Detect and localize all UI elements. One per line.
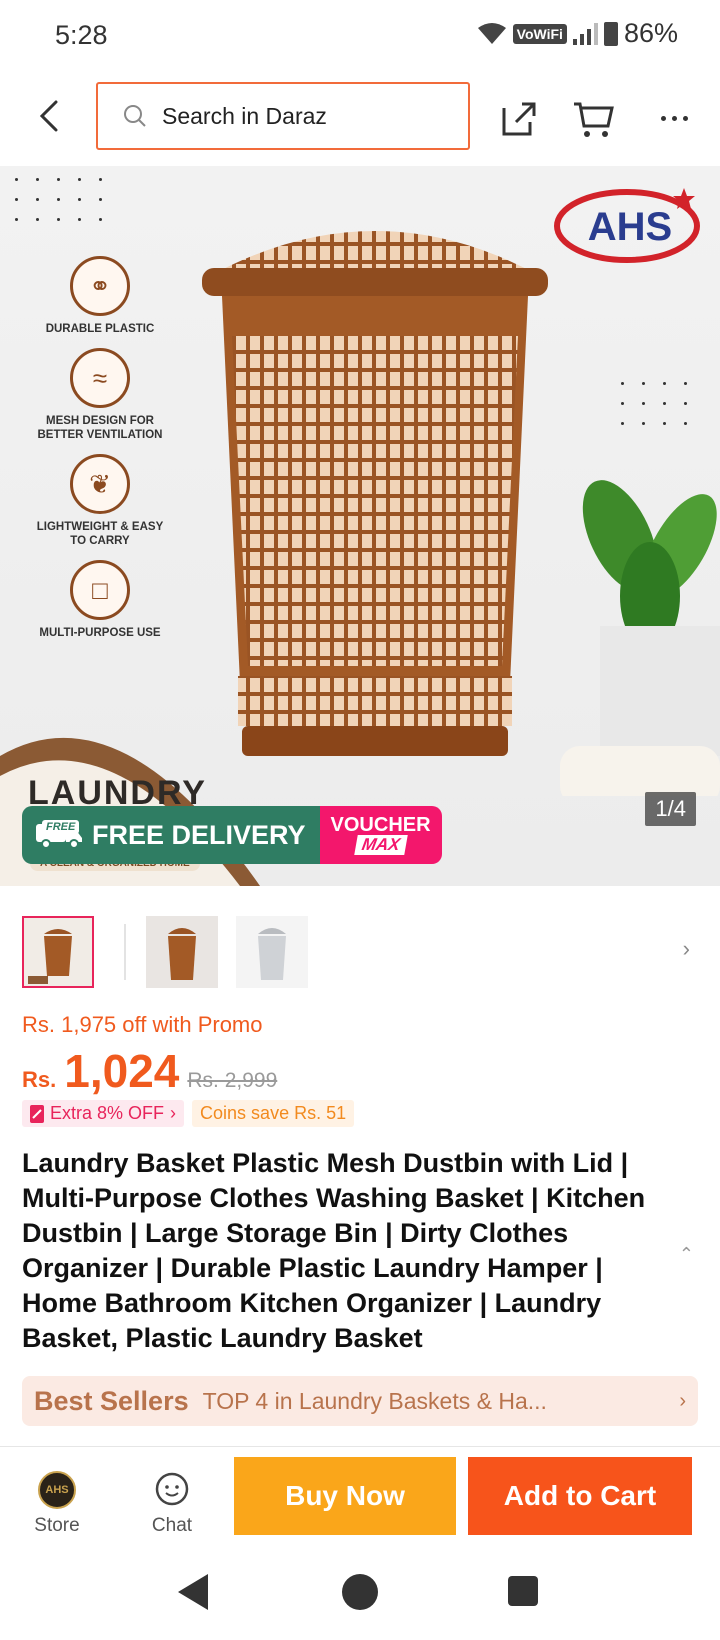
feature-item: ⚭ DURABLE PLASTIC bbox=[30, 256, 170, 336]
feature-item: ≈ MESH DESIGN FOR BETTER VENTILATION bbox=[30, 348, 170, 442]
image-counter: 1/4 bbox=[645, 792, 696, 826]
system-back-icon[interactable] bbox=[178, 1574, 208, 1610]
best-sellers-banner[interactable]: Best Sellers TOP 4 in Laundry Baskets & … bbox=[22, 1376, 698, 1426]
cart-icon[interactable] bbox=[572, 96, 616, 140]
store-button[interactable]: AHS Store bbox=[22, 1471, 92, 1537]
thumbnail-strip: › bbox=[0, 898, 720, 994]
bin-icon: □ bbox=[70, 560, 130, 620]
search-icon bbox=[124, 105, 146, 127]
free-tag: FREE bbox=[42, 820, 80, 834]
original-price: Rs. 2,999 bbox=[187, 1069, 278, 1092]
bottom-action-bar: AHS Store Chat Buy Now Add to Cart bbox=[0, 1446, 720, 1552]
system-recents-icon[interactable] bbox=[508, 1576, 538, 1606]
wifi-icon bbox=[477, 22, 506, 44]
add-to-cart-button[interactable]: Add to Cart bbox=[468, 1457, 692, 1535]
thumbnail-1[interactable] bbox=[22, 916, 94, 988]
battery-percent: 86% bbox=[623, 18, 678, 48]
system-navigation-bar bbox=[0, 1552, 720, 1640]
top-navigation: Search in Daraz bbox=[0, 72, 720, 164]
best-sellers-label: Best Sellers bbox=[34, 1385, 189, 1416]
product-image-gallery[interactable]: ⚭ DURABLE PLASTIC ≈ MESH DESIGN FOR BETT… bbox=[0, 166, 720, 886]
free-delivery-label: FREE DELIVERY bbox=[92, 819, 306, 850]
price-row: Rs. 1,024 Rs. 2,999 bbox=[22, 1044, 277, 1098]
best-sellers-rank: TOP 4 in Laundry Baskets & Ha... bbox=[202, 1387, 547, 1414]
chat-icon bbox=[155, 1472, 189, 1506]
voucher-max-badge: VOUCHER MAX bbox=[319, 806, 442, 864]
chevron-right-icon: › bbox=[170, 1103, 177, 1123]
signal-icon bbox=[572, 22, 598, 45]
promo-banner[interactable]: FREE FREE DELIVERY VOUCHER MAX bbox=[22, 806, 442, 864]
share-icon[interactable] bbox=[496, 96, 540, 140]
search-placeholder: Search in Daraz bbox=[162, 102, 327, 129]
promo-discount-text: Rs. 1,975 off with Promo bbox=[22, 1012, 263, 1037]
chevron-right-icon[interactable]: › bbox=[683, 936, 690, 962]
feature-item: □ MULTI-PURPOSE USE bbox=[30, 560, 170, 640]
battery-icon bbox=[603, 21, 618, 46]
thumbnail-3[interactable] bbox=[236, 916, 308, 988]
buy-now-button[interactable]: Buy Now bbox=[234, 1457, 456, 1535]
discount-badges: Extra 8% OFF › Coins save Rs. 51 bbox=[22, 1100, 355, 1127]
status-bar: 5:28 VoWiFi 86% bbox=[0, 0, 720, 72]
search-input[interactable]: Search in Daraz bbox=[96, 82, 470, 150]
chevron-up-icon[interactable]: ⌃ bbox=[679, 1244, 694, 1265]
extra-off-badge[interactable]: Extra 8% OFF › bbox=[22, 1100, 185, 1127]
more-options-icon[interactable] bbox=[652, 96, 696, 140]
thumbnail-divider bbox=[124, 924, 126, 980]
vowifi-badge: VoWiFi bbox=[512, 23, 567, 44]
decorative-dots bbox=[612, 376, 696, 436]
feature-list: ⚭ DURABLE PLASTIC ≈ MESH DESIGN FOR BETT… bbox=[30, 256, 170, 652]
back-arrow-icon[interactable] bbox=[30, 94, 74, 138]
system-home-icon[interactable] bbox=[342, 1574, 378, 1610]
svg-text:AHS: AHS bbox=[588, 205, 672, 249]
product-title: Laundry Basket Plastic Mesh Dustbin with… bbox=[22, 1148, 646, 1353]
plant-decoration bbox=[560, 480, 720, 796]
ventilation-icon: ≈ bbox=[70, 348, 130, 408]
brand-logo: AHS bbox=[554, 188, 700, 263]
store-logo-icon: AHS bbox=[38, 1471, 76, 1509]
status-time: 5:28 bbox=[55, 20, 108, 50]
voucher-icon bbox=[30, 1104, 44, 1123]
chat-button[interactable]: Chat bbox=[137, 1471, 207, 1537]
chevron-right-icon: › bbox=[679, 1389, 686, 1412]
feature-item: ❦ LIGHTWEIGHT & EASY TO CARRY bbox=[30, 454, 170, 548]
free-delivery-badge: FREE FREE DELIVERY bbox=[22, 806, 320, 864]
status-icons: VoWiFi 86% bbox=[477, 18, 678, 49]
thumbnail-2[interactable] bbox=[146, 916, 218, 988]
link-icon: ⚭ bbox=[70, 256, 130, 316]
feather-icon: ❦ bbox=[70, 454, 130, 514]
coins-badge[interactable]: Coins save Rs. 51 bbox=[192, 1100, 355, 1127]
price-currency: Rs. bbox=[22, 1067, 57, 1092]
current-price: 1,024 bbox=[64, 1045, 180, 1097]
decorative-dots bbox=[6, 172, 111, 232]
